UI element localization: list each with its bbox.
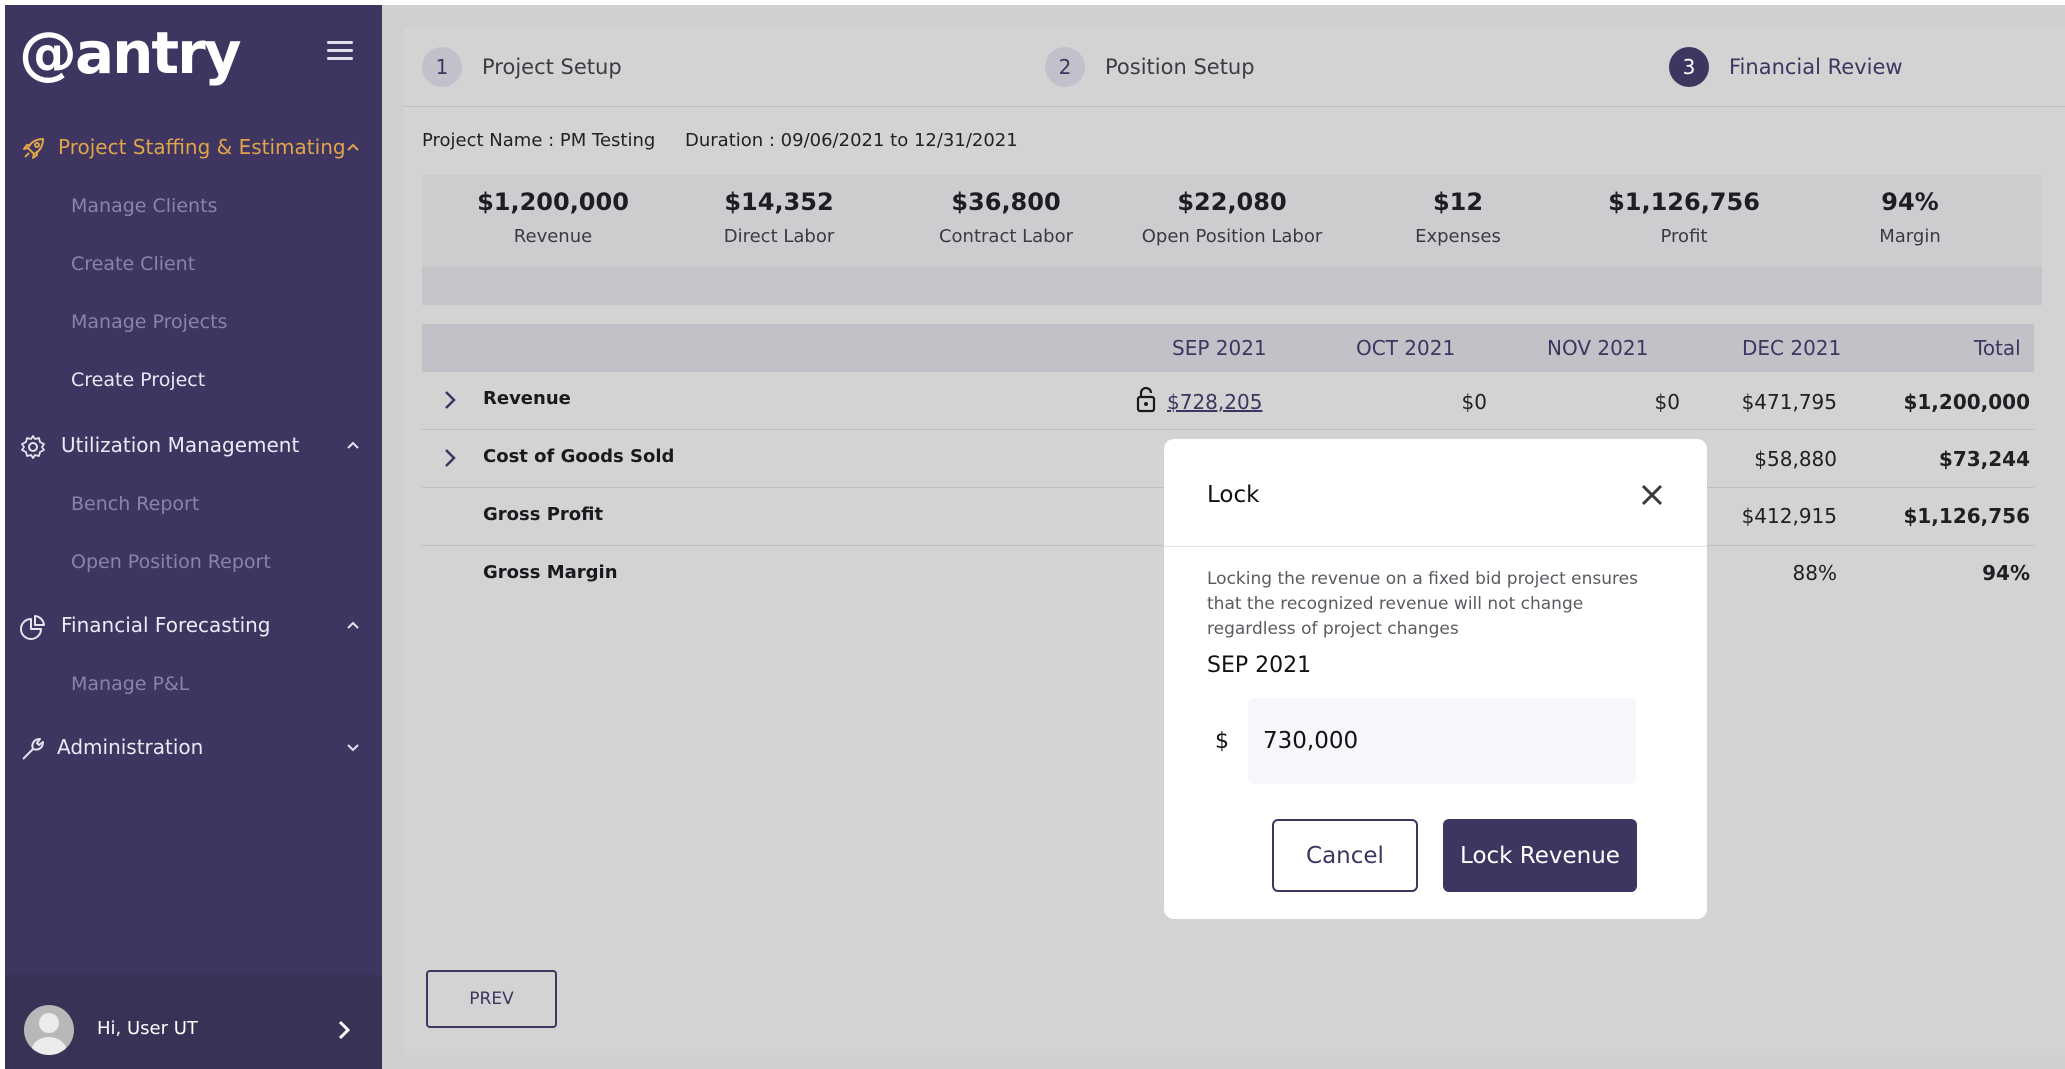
chevron-up-icon — [347, 621, 359, 629]
row-label-gross-margin: Gross Margin — [483, 562, 618, 583]
project-duration: Duration : 09/06/2021 to 12/31/2021 — [685, 130, 1018, 151]
chevron-right-icon[interactable] — [335, 1019, 353, 1041]
user-menu[interactable]: Hi, User UT — [5, 975, 382, 1069]
revenue-oct: $0 — [1461, 390, 1487, 414]
step-label: Financial Review — [1729, 55, 1903, 79]
revenue-total: $1,200,000 — [1903, 390, 2030, 414]
kpi-contract-labor: $36,800 Contract Labor — [893, 188, 1119, 247]
lock-amount-input[interactable] — [1248, 698, 1636, 784]
cogs-total: $73,244 — [1938, 447, 2030, 471]
kpi-label: Open Position Labor — [1141, 226, 1323, 247]
lock-revenue-button[interactable]: Lock Revenue — [1443, 819, 1637, 892]
wrench-icon — [22, 738, 44, 760]
nav-section-label: Administration — [57, 735, 204, 759]
nav-section-project-staffing[interactable]: Project Staffing & Estimating — [5, 125, 382, 169]
revenue-nov: $0 — [1654, 390, 1680, 414]
sidebar-item-manage-clients[interactable]: Manage Clients — [71, 195, 217, 217]
kpi-label: Profit — [1660, 226, 1708, 247]
column-header-oct: OCT 2021 — [1356, 336, 1456, 360]
nav-section-financial-forecasting[interactable]: Financial Forecasting — [5, 603, 382, 647]
column-header-nov: NOV 2021 — [1547, 336, 1649, 360]
chevron-up-icon — [347, 143, 359, 151]
kpi-value: $36,800 — [951, 188, 1061, 216]
close-icon[interactable] — [1639, 482, 1665, 508]
sidebar-item-manage-projects[interactable]: Manage Projects — [71, 311, 227, 333]
gross-margin-total: 94% — [1982, 561, 2030, 585]
row-label-revenue: Revenue — [483, 388, 571, 409]
nav-section-label: Project Staffing & Estimating — [58, 135, 346, 159]
gross-margin-dec: 88% — [1792, 561, 1837, 585]
kpi-label: Revenue — [513, 226, 593, 247]
kpi-value: $1,126,756 — [1608, 188, 1760, 216]
menu-toggle-icon[interactable] — [327, 41, 353, 61]
step-label: Position Setup — [1105, 55, 1255, 79]
modal-title: Lock — [1207, 482, 1260, 508]
step-financial-review[interactable]: 3 Financial Review — [1669, 47, 1903, 87]
gross-profit-dec: $412,915 — [1741, 504, 1837, 528]
project-name: Project Name : PM Testing — [422, 130, 656, 151]
modal-description: Locking the revenue on a fixed bid proje… — [1207, 569, 1638, 639]
nav-section-label: Utilization Management — [61, 433, 300, 457]
revenue-sep-link[interactable]: $728,205 — [1167, 390, 1262, 414]
sidebar-item-create-client[interactable]: Create Client — [71, 253, 195, 275]
step-number: 3 — [1669, 47, 1709, 87]
column-header-total: Total — [1974, 336, 2021, 360]
kpi-expenses: $12 Expenses — [1345, 188, 1571, 247]
sidebar-item-manage-pl[interactable]: Manage P&L — [71, 673, 189, 695]
prev-button[interactable]: PREV — [426, 970, 557, 1028]
step-number: 1 — [422, 47, 462, 87]
modal-month: SEP 2021 — [1207, 653, 1312, 678]
kpi-value: $14,352 — [724, 188, 834, 216]
brand-logo[interactable]: @antry — [19, 19, 242, 87]
user-greeting: Hi, User UT — [97, 1018, 198, 1039]
modal-divider — [1164, 546, 1707, 547]
nav-section-label: Financial Forecasting — [61, 613, 271, 637]
step-position-setup[interactable]: 2 Position Setup — [1045, 47, 1255, 87]
cancel-button[interactable]: Cancel — [1272, 819, 1418, 892]
kpi-label: Margin — [1879, 226, 1941, 247]
avatar — [24, 1005, 74, 1055]
stepper: 1 Project Setup 2 Position Setup 3 Finan… — [404, 27, 2065, 107]
kpi-value: $1,200,000 — [477, 188, 629, 216]
kpi-profit: $1,126,756 Profit — [1571, 188, 1797, 247]
kpi-label: Expenses — [1415, 226, 1501, 247]
gear-icon — [21, 435, 45, 459]
sidebar: @antry Project Staffing & Estimating Man… — [5, 5, 382, 1069]
gross-profit-total: $1,126,756 — [1903, 504, 2030, 528]
rocket-icon — [23, 138, 44, 159]
step-number: 2 — [1045, 47, 1085, 87]
kpi-revenue: $1,200,000 Revenue — [440, 188, 666, 247]
row-label-gross-profit: Gross Profit — [483, 504, 604, 525]
row-label-cogs: Cost of Goods Sold — [483, 446, 675, 467]
kpi-value: $22,080 — [1177, 188, 1287, 216]
column-header-dec: DEC 2021 — [1742, 336, 1842, 360]
chevron-down-icon — [347, 744, 359, 752]
sidebar-item-create-project[interactable]: Create Project — [71, 369, 205, 391]
kpi-label: Contract Labor — [938, 226, 1074, 247]
kpi-label: Direct Labor — [723, 226, 835, 247]
step-label: Project Setup — [482, 55, 622, 79]
kpi-value: 94% — [1881, 188, 1939, 216]
step-project-setup[interactable]: 1 Project Setup — [422, 47, 622, 87]
column-header-sep: SEP 2021 — [1172, 336, 1267, 360]
currency-symbol: $ — [1215, 729, 1229, 754]
kpi-direct-labor: $14,352 Direct Labor — [666, 188, 892, 247]
unlock-icon[interactable] — [1136, 387, 1156, 413]
revenue-dec: $471,795 — [1741, 390, 1837, 414]
kpi-open-position-labor: $22,080 Open Position Labor — [1119, 188, 1345, 247]
sidebar-item-open-position-report[interactable]: Open Position Report — [71, 551, 271, 573]
expand-chevron-icon[interactable] — [442, 447, 458, 469]
sidebar-item-bench-report[interactable]: Bench Report — [71, 493, 199, 515]
expand-chevron-icon[interactable] — [442, 389, 458, 411]
nav-section-administration[interactable]: Administration — [5, 725, 382, 769]
nav-section-utilization[interactable]: Utilization Management — [5, 423, 382, 467]
kpi-margin: 94% Margin — [1797, 188, 2023, 247]
lock-revenue-modal: Lock Locking the revenue on a fixed bid … — [1164, 439, 1707, 919]
cogs-dec: $58,880 — [1754, 447, 1837, 471]
pie-chart-icon — [20, 615, 45, 640]
chevron-up-icon — [347, 441, 359, 449]
kpi-value: $12 — [1432, 188, 1484, 216]
